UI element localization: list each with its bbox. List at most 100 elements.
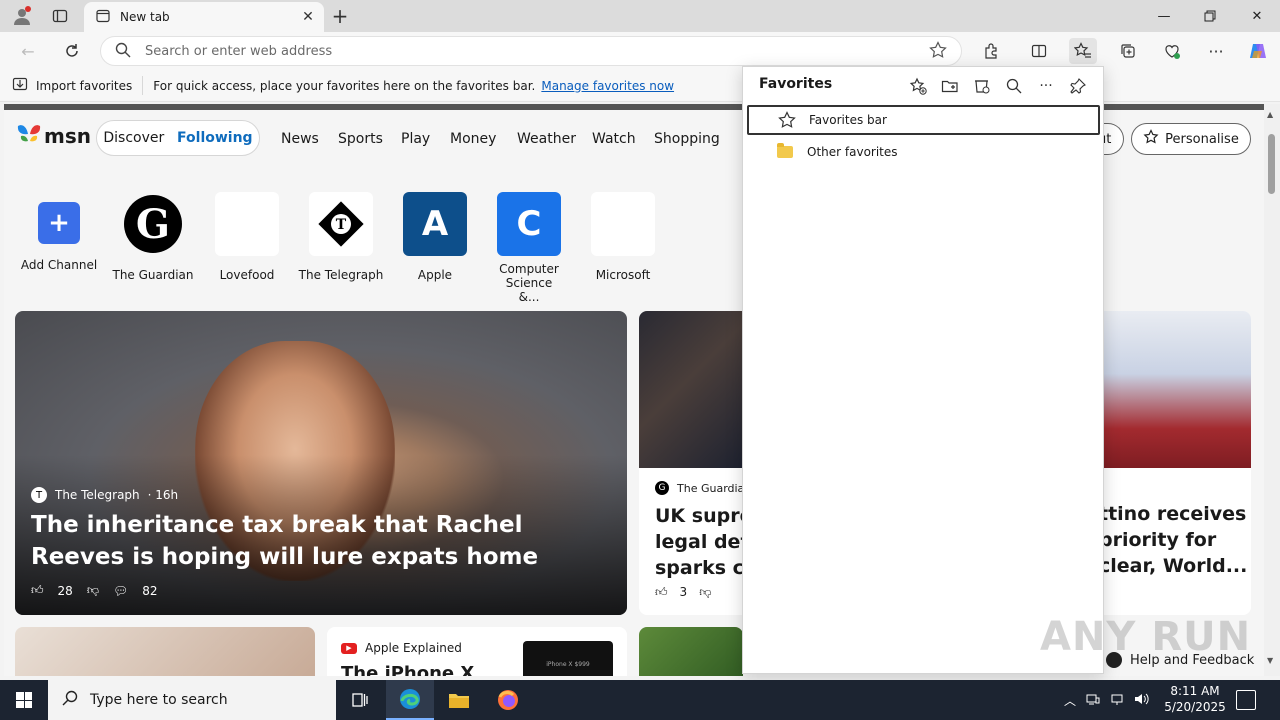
like-icon[interactable]: 👍︎ bbox=[31, 583, 44, 598]
article-age: · 16h bbox=[147, 488, 179, 502]
search-favorites-icon[interactable] bbox=[1002, 75, 1026, 97]
manage-favorites-link[interactable]: Manage favorites now bbox=[541, 79, 674, 93]
taskbar-clock[interactable]: 8:11 AM 5/20/2025 bbox=[1160, 683, 1230, 715]
article-headline[interactable]: UK supren legal defir sparks cel bbox=[655, 503, 743, 581]
folder-icon bbox=[775, 143, 795, 158]
profile-icon[interactable] bbox=[10, 4, 34, 28]
dislike-icon[interactable]: 👎︎ bbox=[87, 583, 99, 598]
article-card-bottom-3[interactable] bbox=[639, 627, 743, 676]
article-card-bottom-1[interactable] bbox=[15, 627, 315, 676]
page-scrollbar[interactable]: ▲ ▼ bbox=[1264, 104, 1280, 676]
scroll-down-icon[interactable]: ▼ bbox=[1267, 656, 1273, 665]
article-headline[interactable]: The inheritance tax break that Rachel Re… bbox=[31, 509, 591, 573]
like-count: 28 bbox=[57, 583, 73, 598]
favorites-icon[interactable] bbox=[1069, 38, 1097, 64]
notification-center-icon[interactable] bbox=[1236, 690, 1256, 710]
new-tab-button[interactable]: + bbox=[328, 4, 352, 28]
volume-icon[interactable] bbox=[1134, 692, 1150, 709]
msn-logo[interactable]: msn bbox=[16, 122, 91, 150]
clock-time: 8:11 AM bbox=[1170, 684, 1220, 698]
start-button[interactable] bbox=[0, 680, 48, 720]
network-icon[interactable] bbox=[1086, 692, 1100, 709]
add-page-to-favorites-icon[interactable] bbox=[906, 75, 930, 97]
settings-more-icon[interactable]: ··· bbox=[1202, 38, 1230, 64]
channel-the-telegraph[interactable]: T The Telegraph bbox=[294, 192, 388, 282]
back-button[interactable]: ← bbox=[14, 38, 42, 64]
minimize-button[interactable]: — bbox=[1141, 0, 1187, 32]
article-card-guardian[interactable]: G The Guardia UK supren legal defir spar… bbox=[639, 311, 743, 615]
scroll-up-icon[interactable]: ▲ bbox=[1267, 110, 1273, 119]
segment-following[interactable]: Following bbox=[177, 130, 253, 146]
show-hidden-icons-icon[interactable]: ︿ bbox=[1064, 692, 1076, 709]
add-folder-icon[interactable] bbox=[938, 75, 962, 97]
taskbar-search-placeholder: Type here to search bbox=[90, 692, 228, 708]
collections-icon[interactable] bbox=[1114, 38, 1142, 64]
restore-button[interactable] bbox=[1187, 0, 1233, 32]
article-actions: 👍︎ 3 👎︎ bbox=[655, 585, 711, 600]
file-explorer-icon[interactable] bbox=[435, 680, 483, 720]
split-screen-icon[interactable] bbox=[1025, 38, 1053, 64]
article-headline[interactable]: ttino receives priority for clear, World… bbox=[1103, 501, 1251, 579]
article-image bbox=[1103, 311, 1251, 468]
extensions-icon[interactable] bbox=[977, 38, 1005, 64]
comment-icon[interactable]: 💬︎ bbox=[113, 584, 128, 598]
headline-line: legal defir bbox=[655, 531, 743, 553]
hero-article-card[interactable]: T The Telegraph · 16h The inheritance ta… bbox=[15, 311, 627, 615]
navigation-bar: ← Search or enter web address ··· bbox=[0, 32, 1280, 70]
taskbar-search-box[interactable]: Type here to search bbox=[48, 680, 336, 720]
feed-segment-control: Discover Following bbox=[96, 120, 260, 156]
address-bar[interactable]: Search or enter web address bbox=[100, 36, 962, 66]
msn-butterfly-icon bbox=[16, 122, 42, 150]
favorites-item-label: Favorites bar bbox=[809, 113, 887, 127]
channel-add[interactable]: + Add Channel bbox=[12, 192, 106, 272]
favorites-management-icon[interactable] bbox=[970, 75, 994, 97]
channel-lovefood[interactable]: Lovefood bbox=[200, 192, 294, 282]
nav-shopping[interactable]: Shopping bbox=[654, 131, 720, 147]
scroll-thumb[interactable] bbox=[1268, 134, 1275, 194]
favorites-item-label: Other favorites bbox=[807, 145, 898, 159]
nav-sports[interactable]: Sports bbox=[338, 131, 383, 147]
tab-actions-icon[interactable] bbox=[48, 4, 72, 28]
browser-essentials-icon[interactable] bbox=[1158, 38, 1186, 64]
article-card-sports[interactable]: ttino receives priority for clear, World… bbox=[1103, 311, 1251, 615]
star-icon bbox=[777, 111, 797, 129]
system-tray: ︿ bbox=[1064, 680, 1150, 720]
channel-microsoft[interactable]: Microsoft bbox=[576, 192, 670, 282]
nav-news[interactable]: News bbox=[281, 131, 319, 147]
ethernet-icon[interactable] bbox=[1110, 692, 1124, 709]
close-tab-icon[interactable]: ✕ bbox=[298, 9, 318, 25]
channel-computer-science[interactable]: C Computer Science &... bbox=[482, 192, 576, 304]
nav-watch[interactable]: Watch bbox=[592, 131, 636, 147]
channel-apple[interactable]: A Apple bbox=[388, 192, 482, 282]
copilot-icon[interactable] bbox=[1244, 38, 1272, 64]
favorites-item-other-favorites[interactable]: Other favorites bbox=[747, 137, 1100, 167]
like-icon[interactable]: 👍︎ bbox=[655, 585, 668, 600]
edge-taskbar-icon[interactable] bbox=[386, 680, 434, 720]
article-thumbnail: iPhone X $999 bbox=[523, 641, 613, 676]
nav-weather[interactable]: Weather bbox=[517, 131, 576, 147]
segment-discover[interactable]: Discover bbox=[103, 130, 164, 146]
more-options-icon[interactable]: ··· bbox=[1034, 75, 1058, 97]
close-window-button[interactable]: ✕ bbox=[1234, 0, 1280, 32]
msn-wordmark: msn bbox=[44, 124, 91, 148]
import-favorites-button[interactable]: Import favorites bbox=[12, 76, 144, 95]
dislike-icon[interactable]: 👎︎ bbox=[699, 585, 711, 600]
channel-the-guardian[interactable]: G The Guardian bbox=[106, 192, 200, 282]
tab-new-tab[interactable]: New tab ✕ bbox=[84, 2, 324, 32]
nav-money[interactable]: Money bbox=[450, 131, 496, 147]
personalise-button[interactable]: Personalise bbox=[1131, 123, 1251, 155]
apple-channel-logo-icon: A bbox=[403, 192, 467, 256]
refresh-button[interactable] bbox=[58, 38, 86, 64]
import-icon bbox=[12, 76, 28, 95]
article-source: T The Telegraph · 16h bbox=[31, 487, 178, 503]
add-channel-plus-icon: + bbox=[38, 202, 80, 244]
firefox-icon[interactable] bbox=[484, 680, 532, 720]
article-card-apple-explained[interactable]: ▶ Apple Explained The iPhone X iPhone X … bbox=[327, 627, 627, 676]
add-favorite-star-icon[interactable] bbox=[929, 40, 947, 62]
task-view-icon[interactable] bbox=[336, 680, 384, 720]
nav-play[interactable]: Play bbox=[401, 131, 430, 147]
article-headline[interactable]: The iPhone X bbox=[341, 663, 474, 676]
pin-favorites-icon[interactable] bbox=[1066, 75, 1090, 97]
favorites-item-favorites-bar[interactable]: Favorites bar bbox=[747, 105, 1100, 135]
search-icon bbox=[115, 42, 131, 61]
